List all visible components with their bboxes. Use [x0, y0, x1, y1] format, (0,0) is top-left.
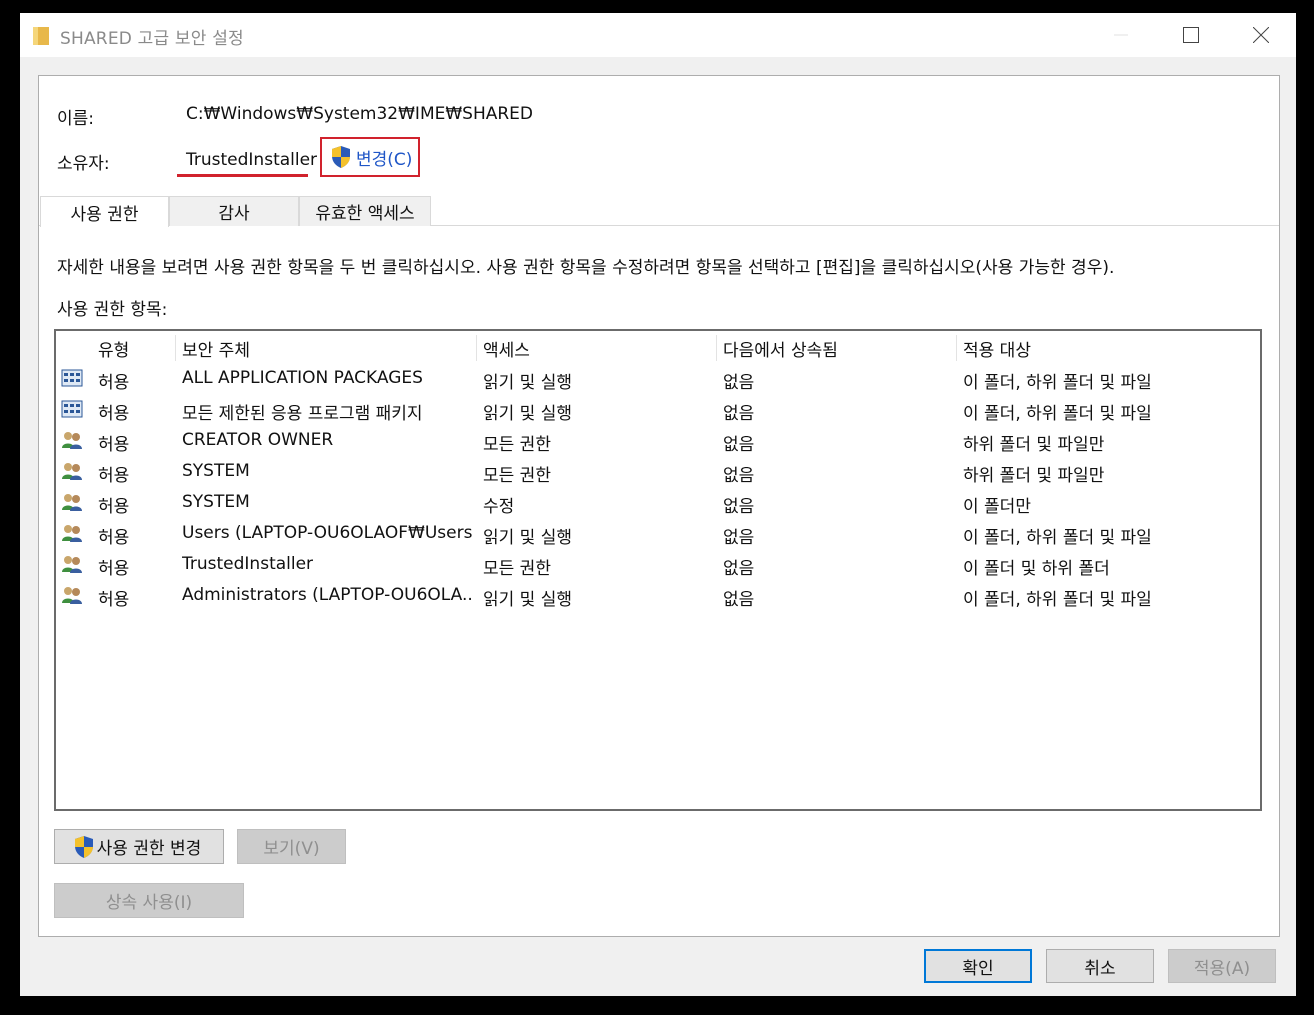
table-row[interactable]: 허용 CREATOR OWNER 모든 권한 없음 하위 폴더 및 파일만 [56, 426, 1256, 457]
row-applies-to: 하위 폴더 및 파일만 [963, 466, 1105, 486]
row-applies-to: 이 폴더, 하위 폴더 및 파일 [963, 404, 1152, 424]
row-access: 모든 권한 [483, 559, 551, 579]
change-permissions-button[interactable]: 사용 권한 변경 [54, 829, 224, 864]
change-owner-label: 변경(C) [356, 149, 413, 170]
folder-icon [33, 27, 49, 45]
table-row[interactable]: 허용 모든 제한된 응용 프로그램 패키지 읽기 및 실행 없음 이 폴더, 하… [56, 395, 1256, 426]
column-header-type[interactable]: 유형 [92, 335, 176, 361]
settings-panel: 이름: C:₩Windows₩System32₩IME₩SHARED 소유자: … [38, 75, 1280, 937]
instructions-text: 자세한 내용을 보려면 사용 권한 항목을 두 번 클릭하십시오. 사용 권한 … [57, 258, 1115, 278]
title-bar: SHARED 고급 보안 설정 [20, 13, 1296, 57]
row-applies-to: 이 폴더, 하위 폴더 및 파일 [963, 373, 1152, 393]
row-applies-to: 이 폴더만 [963, 497, 1031, 517]
row-principal: SYSTEM [182, 492, 250, 512]
users-icon [62, 463, 82, 480]
row-type: 허용 [98, 435, 130, 455]
row-access: 읽기 및 실행 [483, 373, 573, 393]
owner-label: 소유자: [57, 154, 110, 174]
apply-button[interactable]: 적용(A) [1168, 949, 1276, 983]
row-principal: CREATOR OWNER [182, 430, 334, 450]
users-icon [62, 432, 82, 449]
row-type: 허용 [98, 404, 130, 424]
row-principal: TrustedInstaller [182, 554, 314, 574]
permission-entries-label: 사용 권한 항목: [57, 300, 168, 320]
users-icon [62, 525, 82, 542]
maximize-button[interactable] [1168, 13, 1214, 57]
table-row[interactable]: 허용 ALL APPLICATION PACKAGES 읽기 및 실행 없음 이… [56, 364, 1256, 395]
advanced-security-settings-window: SHARED 고급 보안 설정 이름: C:₩Windows₩System32₩… [20, 13, 1296, 996]
table-row[interactable]: 허용 TrustedInstaller 모든 권한 없음 이 폴더 및 하위 폴… [56, 550, 1256, 581]
change-owner-link[interactable]: 변경(C) [320, 137, 420, 177]
users-icon [62, 494, 82, 511]
row-principal: 모든 제한된 응용 프로그램 패키지 [182, 404, 423, 424]
row-type: 허용 [98, 528, 130, 548]
window-title: SHARED 고급 보안 설정 [60, 29, 244, 49]
table-row[interactable]: 허용 Administrators (LAPTOP-OU6OLA... 읽기 및… [56, 581, 1256, 612]
row-principal: ALL APPLICATION PACKAGES [182, 368, 423, 388]
owner-highlight-underline [177, 174, 308, 177]
users-icon [62, 587, 82, 604]
row-inherited-from: 없음 [723, 559, 755, 579]
maximize-icon [1183, 27, 1199, 43]
row-type: 허용 [98, 373, 130, 393]
row-principal: Administrators (LAPTOP-OU6OLA... [182, 585, 472, 605]
column-header-principal[interactable]: 보안 주체 [176, 335, 477, 361]
package-icon [61, 400, 83, 418]
change-permissions-label: 사용 권한 변경 [96, 839, 202, 859]
minimize-icon [1114, 34, 1128, 36]
row-principal: Users (LAPTOP-OU6OLAOF₩Users) [182, 523, 472, 543]
row-inherited-from: 없음 [723, 404, 755, 424]
row-principal: SYSTEM [182, 461, 250, 481]
column-header-access[interactable]: 액세스 [477, 335, 717, 361]
close-icon [1253, 27, 1269, 43]
row-inherited-from: 없음 [723, 590, 755, 610]
name-label: 이름: [57, 109, 95, 129]
row-type: 허용 [98, 497, 130, 517]
row-applies-to: 하위 폴더 및 파일만 [963, 435, 1105, 455]
owner-value: TrustedInstaller [186, 150, 318, 170]
users-icon [62, 556, 82, 573]
row-inherited-from: 없음 [723, 497, 755, 517]
row-type: 허용 [98, 590, 130, 610]
column-header-inherited-from[interactable]: 다음에서 상속됨 [717, 335, 957, 361]
row-access: 읽기 및 실행 [483, 528, 573, 548]
row-access: 읽기 및 실행 [483, 404, 573, 424]
row-inherited-from: 없음 [723, 528, 755, 548]
enable-inheritance-button[interactable]: 상속 사용(I) [54, 883, 244, 918]
row-access: 읽기 및 실행 [483, 590, 573, 610]
row-inherited-from: 없음 [723, 373, 755, 393]
close-button[interactable] [1238, 13, 1284, 57]
row-access: 모든 권한 [483, 466, 551, 486]
row-inherited-from: 없음 [723, 466, 755, 486]
package-icon [61, 369, 83, 387]
column-header-applies-to[interactable]: 적용 대상 [957, 335, 1256, 361]
tab-auditing[interactable]: 감사 [169, 196, 299, 226]
table-row[interactable]: 허용 Users (LAPTOP-OU6OLAOF₩Users) 읽기 및 실행… [56, 519, 1256, 550]
row-type: 허용 [98, 559, 130, 579]
tab-effective-access[interactable]: 유효한 액세스 [299, 196, 431, 226]
row-applies-to: 이 폴더, 하위 폴더 및 파일 [963, 528, 1152, 548]
uac-shield-icon [74, 835, 93, 858]
row-applies-to: 이 폴더 및 하위 폴더 [963, 559, 1110, 579]
row-applies-to: 이 폴더, 하위 폴더 및 파일 [963, 590, 1152, 610]
table-row[interactable]: 허용 SYSTEM 수정 없음 이 폴더만 [56, 488, 1256, 519]
name-value: C:₩Windows₩System32₩IME₩SHARED [186, 104, 534, 124]
row-access: 모든 권한 [483, 435, 551, 455]
row-access: 수정 [483, 497, 515, 517]
permission-entries-list[interactable]: 유형 보안 주체 액세스 다음에서 상속됨 적용 대상 허용 ALL APPLI… [54, 329, 1262, 811]
ok-button[interactable]: 확인 [924, 949, 1032, 983]
table-row[interactable]: 허용 SYSTEM 모든 권한 없음 하위 폴더 및 파일만 [56, 457, 1256, 488]
cancel-button[interactable]: 취소 [1046, 949, 1154, 983]
uac-shield-icon [332, 146, 350, 168]
minimize-button[interactable] [1098, 13, 1144, 57]
view-button[interactable]: 보기(V) [237, 829, 346, 864]
row-inherited-from: 없음 [723, 435, 755, 455]
row-type: 허용 [98, 466, 130, 486]
tab-permissions[interactable]: 사용 권한 [40, 196, 169, 227]
